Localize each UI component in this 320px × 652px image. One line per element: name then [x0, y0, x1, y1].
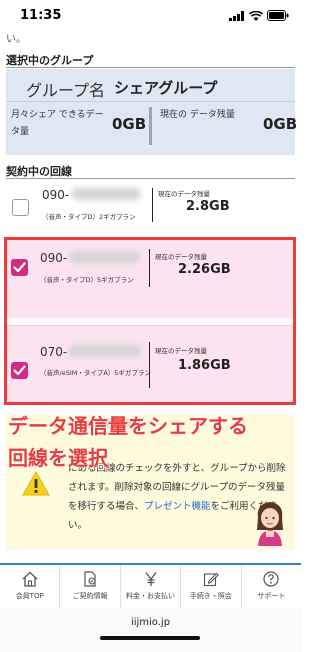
nav-label: 手続き・照会 [189, 592, 232, 600]
edit-icon [203, 572, 219, 587]
home-icon [22, 571, 38, 587]
group-name-label: グループ名 [26, 81, 106, 100]
yen-icon [145, 572, 157, 586]
line-row[interactable]: 090- （音声・タイプD）2ギガプラン 現在のデータ残量 2.8GB [6, 182, 295, 234]
line-remaining-label: 現在のデータ残量 [155, 347, 207, 355]
divider [152, 188, 153, 222]
line-remaining-value: 1.86GB [178, 358, 231, 373]
check-icon [13, 365, 26, 376]
present-feature-link[interactable]: プレゼント機能 [144, 501, 211, 512]
annotation-line-2: 回線を選択 [8, 446, 108, 470]
help-icon [263, 571, 279, 587]
browser-url-bar[interactable]: iijmio.jp [0, 608, 301, 652]
masked-number [69, 345, 141, 357]
status-bar: 11:35 [0, 0, 301, 30]
line-plan: （音声・タイプD）5ギガプラン [40, 276, 134, 284]
share-amount-value: 0GB [112, 115, 147, 133]
line-row[interactable]: 070- （音声/eSIM・タイプA）5ギガプラン 現在のデータ残量 1.86G… [7, 325, 293, 402]
nav-label: 会員TOP [15, 592, 44, 600]
divider [149, 342, 150, 388]
group-summary: グループ名 シェアグループ 月々シェア できるデータ量 0GB 現在の データ残… [6, 69, 298, 155]
home-indicator [100, 636, 200, 640]
masked-number [72, 188, 140, 200]
nav-item-support[interactable]: サポート [242, 565, 301, 608]
divider [6, 101, 295, 102]
group-remaining-label: 現在の データ残量 [160, 110, 235, 120]
line-remaining-value: 2.26GB [178, 262, 231, 277]
check-icon [13, 262, 26, 273]
group-name-value: シェアグループ [114, 79, 218, 97]
line-checkbox-checked[interactable] [11, 259, 28, 276]
line-plan: （音声・タイプD）2ギガプラン [42, 213, 136, 221]
signal-icon [229, 10, 244, 21]
line-remaining-value: 2.8GB [186, 199, 230, 214]
warning-icon [22, 471, 50, 496]
group-remaining-value: 0GB [263, 115, 298, 133]
mascot-avatar [257, 502, 283, 546]
nav-label: サポート [257, 592, 286, 600]
nav-label: ご契約情報 [72, 592, 108, 600]
line-number: 090- [42, 188, 70, 202]
annotation-text: データ通信量をシェアする 回線を選択 [8, 410, 248, 474]
status-time: 11:35 [20, 8, 62, 23]
line-row[interactable]: 090- （音声・タイプD）5ギガプラン 現在のデータ残量 2.26GB [7, 240, 293, 318]
nav-label: 料金・お支払い [126, 592, 176, 600]
group-section-heading: 選択中のグループ [6, 54, 94, 67]
nav-item-procedures[interactable]: 手続き・照会 [181, 565, 242, 608]
line-plan: （音声/eSIM・タイプA）5ギガプラン [40, 369, 151, 377]
nav-item-member-top[interactable]: 会員TOP [0, 565, 61, 608]
divider [149, 107, 152, 145]
annotation-line-1: データ通信量をシェアする [8, 414, 248, 438]
nav-item-billing[interactable]: 料金・お支払い [121, 565, 182, 608]
battery-icon [267, 10, 289, 21]
nav-item-contract[interactable]: ご契約情報 [60, 565, 121, 608]
share-amount-label: 月々シェア できるデータ量 [11, 110, 104, 137]
bottom-nav: 会員TOP ご契約情報 料金・お支払い 手続き・照会 サポート [0, 563, 301, 608]
divider [6, 67, 295, 68]
line-number: 090- [40, 251, 68, 265]
lines-section-heading: 契約中の回線 [6, 165, 72, 178]
divider [6, 178, 295, 179]
url-text[interactable]: iijmio.jp [0, 617, 301, 628]
cut-off-text: い。 [6, 34, 26, 45]
line-checkbox-checked[interactable] [11, 362, 28, 379]
status-icons [229, 10, 289, 21]
line-remaining-label: 現在のデータ残量 [158, 190, 210, 198]
line-checkbox[interactable] [12, 199, 29, 216]
line-remaining-label: 現在のデータ残量 [155, 253, 207, 261]
divider [149, 249, 150, 287]
wifi-icon [249, 10, 263, 21]
line-number: 070- [40, 345, 68, 359]
contract-icon [84, 571, 96, 587]
masked-number [70, 251, 140, 263]
